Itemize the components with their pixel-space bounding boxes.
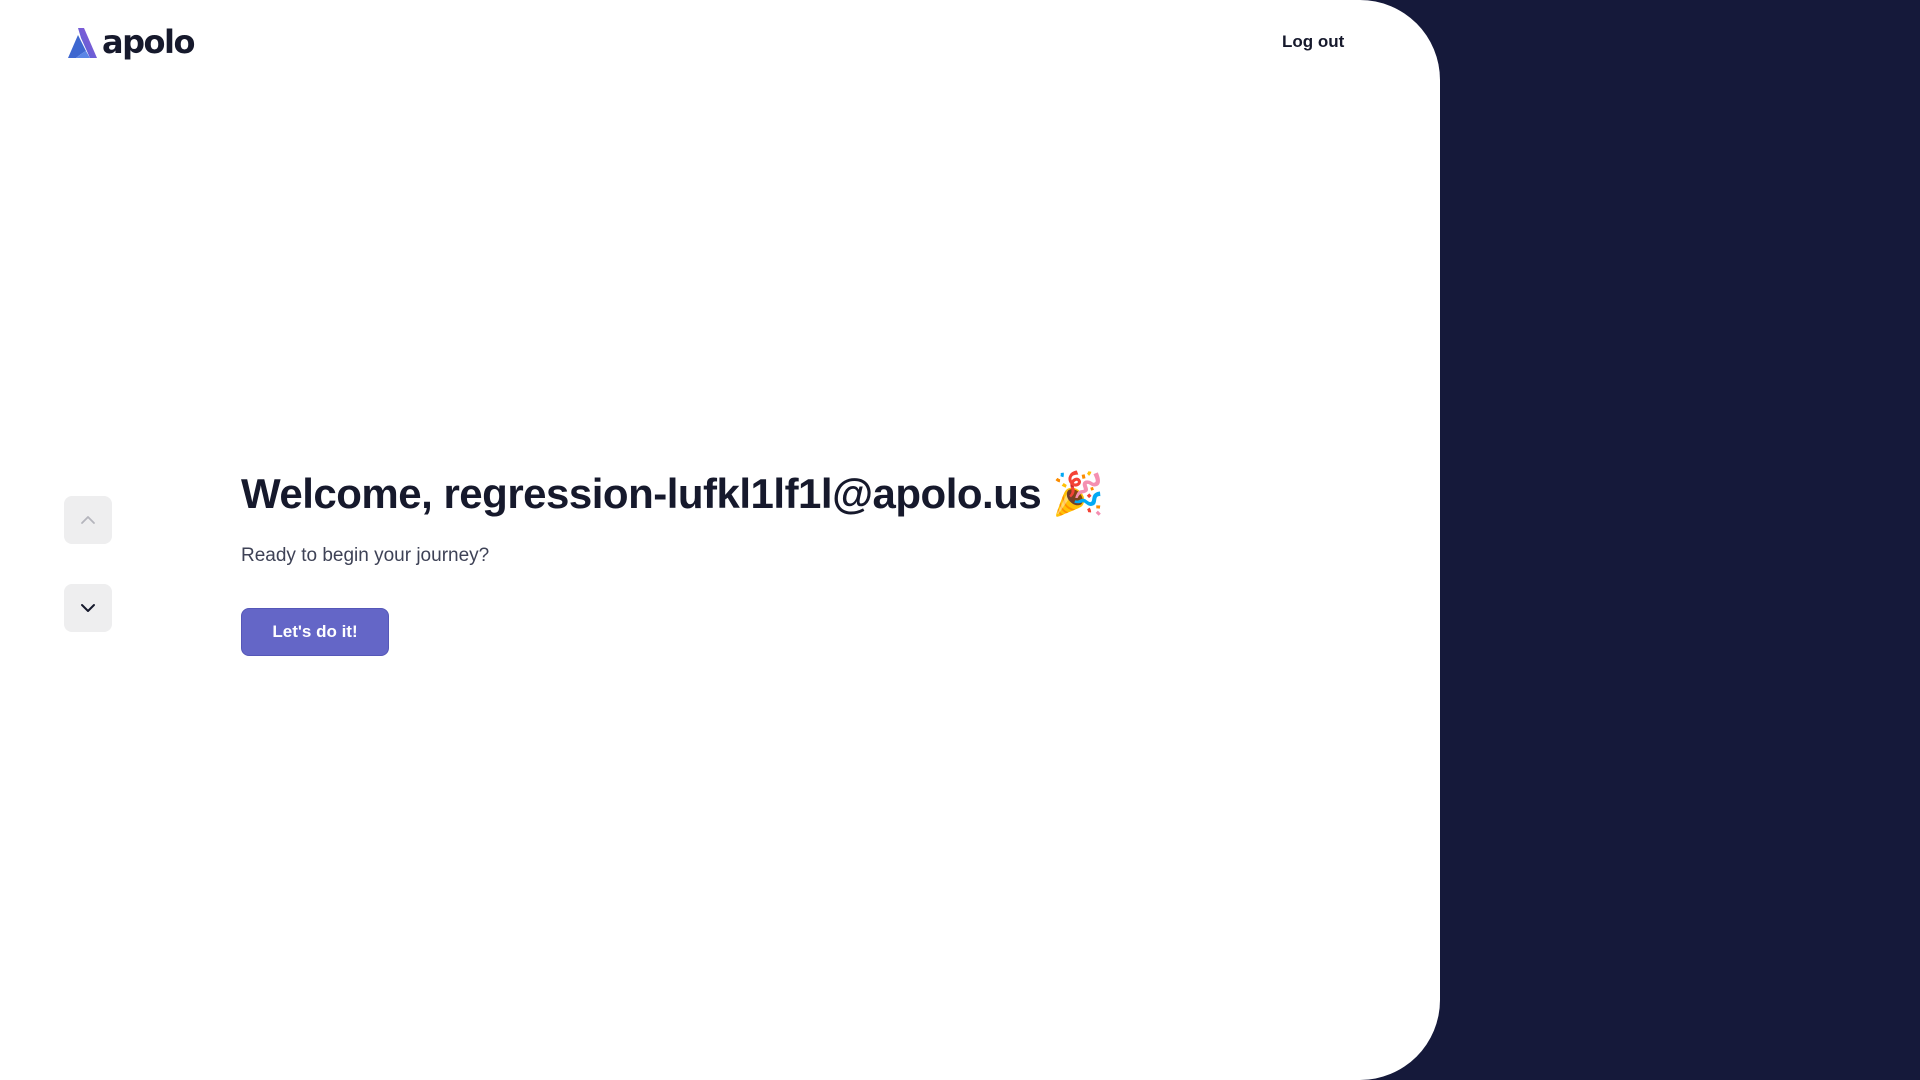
welcome-title: Welcome, regression-lufkl1lf1l@apolo.us … (241, 470, 1105, 517)
chevron-up-icon (81, 516, 95, 524)
previous-step-button[interactable] (64, 496, 112, 544)
welcome-subtitle: Ready to begin your journey? (241, 545, 490, 566)
chevron-down-icon (81, 604, 95, 612)
logo-wordmark: apolo (102, 23, 195, 61)
apolo-logo-icon (68, 28, 97, 58)
main-panel: apolo Log out Welcome, regression-lufkl1… (0, 0, 1440, 1080)
welcome-section: Welcome, regression-lufkl1lf1l@apolo.us … (241, 464, 1341, 656)
lets-do-it-button[interactable]: Let's do it! (241, 608, 389, 656)
next-step-button[interactable] (64, 584, 112, 632)
apolo-logo[interactable]: apolo (64, 23, 195, 64)
logout-link[interactable]: Log out (1282, 32, 1344, 52)
